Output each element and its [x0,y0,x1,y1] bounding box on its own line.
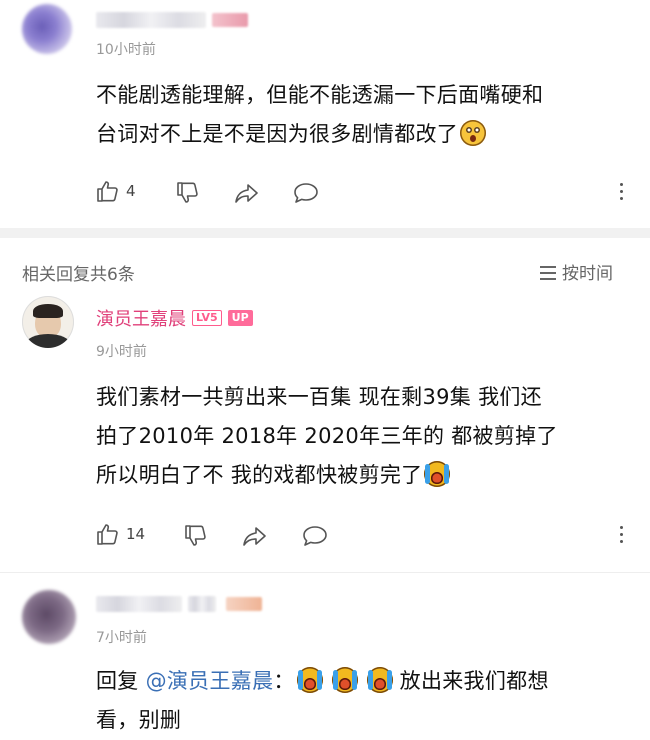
username-blurred [188,596,216,612]
reply-text-line: 所以明白了不 我的戏都快被剪完了 [96,456,636,495]
badge-blurred [226,597,262,611]
comment-icon[interactable] [293,182,319,204]
badge-blurred [212,13,248,27]
reply-text-span: 放出来我们都想 [399,669,549,693]
author-name[interactable]: 演员王嘉晨 [96,305,186,331]
username-blurred[interactable] [96,12,206,28]
reply-text-span: 所以明白了不 我的戏都快被剪完了 [96,463,423,487]
like-button[interactable]: 14 [96,523,145,545]
crying-emoji-icon [424,461,451,487]
reply-text-line: 我们素材一共剪出来一百集 现在剩39集 我们还 [96,385,542,409]
like-count: 14 [126,525,146,543]
comment-text-line: 不能剧透能理解，但能不能透漏一下后面嘴硬和 [96,83,544,107]
crying-emoji-icon [296,667,323,693]
more-options-icon[interactable] [618,182,624,204]
up-badge: UP [227,310,253,326]
username-blurred[interactable] [96,596,182,612]
reply-actions: 14 [96,523,636,549]
reply-time: 9小时前 [96,344,147,360]
sort-list-icon [540,264,556,280]
comment-text: 不能剧透能理解，但能不能透漏一下后面嘴硬和 台词对不上是不是因为很多剧情都改了 [96,76,636,154]
mention-link[interactable]: @演员王嘉晨 [146,669,274,693]
replies-count-label: 相关回复共6条 [22,265,135,285]
reply-text: 我们素材一共剪出来一百集 现在剩39集 我们还 拍了2010年 2018年 20… [96,378,636,495]
reply-text-line: 回复 @演员王嘉晨： 放出来我们都想 [96,662,636,701]
avatar-body [26,334,70,348]
thumbs-up-icon [97,524,118,545]
user-avatar[interactable] [22,590,76,644]
reply-text: 回复 @演员王嘉晨： 放出来我们都想 看，别删 [96,662,636,740]
avatar-hair [33,304,63,318]
section-divider [0,228,650,238]
comment-time: 10小时前 [96,42,156,58]
comment-text-span: 台词对不上是不是因为很多剧情都改了 [96,122,459,146]
sort-label: 按时间 [562,264,613,284]
like-button[interactable]: 4 [96,180,136,202]
crying-emoji-icon [331,667,358,693]
share-icon[interactable] [242,525,268,547]
reply-text-line: 看，别删 [96,708,182,732]
sort-by-time-button[interactable]: 按时间 [540,259,613,284]
reply-time: 7小时前 [96,630,147,646]
thumbs-down-icon[interactable] [184,525,208,547]
author-avatar[interactable] [22,296,74,348]
reply-divider [0,572,650,573]
level-badge: LV5 [192,310,222,326]
reply-text-line: 拍了2010年 2018年 2020年三年的 都被剪掉了 [96,424,558,448]
comment-icon[interactable] [302,525,328,547]
more-options-icon[interactable] [618,525,624,547]
like-count: 4 [126,182,136,200]
astonished-emoji-icon [460,120,487,146]
thumbs-down-icon[interactable] [176,182,200,204]
thumbs-up-icon [97,181,118,202]
reply-prefix: 回复 [96,669,146,693]
author-line: 演员王嘉晨 LV5 UP [96,305,253,331]
comment-text-line: 台词对不上是不是因为很多剧情都改了 [96,115,636,154]
crying-emoji-icon [366,667,393,693]
user-avatar[interactable] [22,4,72,54]
share-icon[interactable] [234,182,260,204]
colon: ： [273,669,295,693]
comment-actions: 4 [96,180,636,206]
